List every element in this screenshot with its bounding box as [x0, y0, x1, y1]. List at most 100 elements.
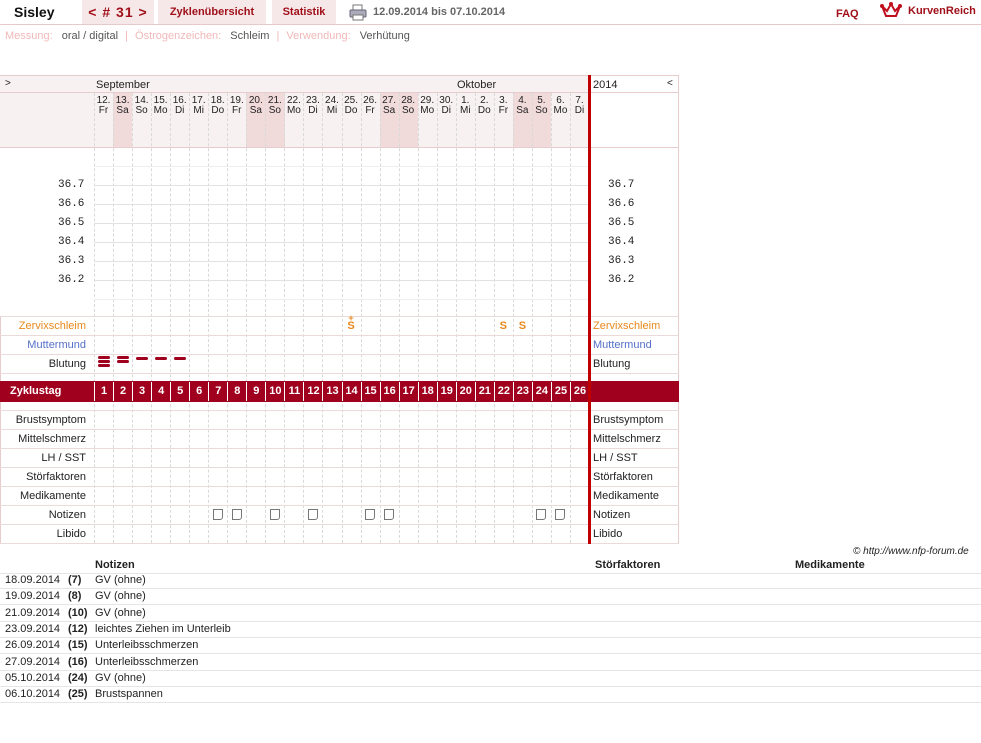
bottom-row-line — [0, 429, 679, 430]
bottom-row-label-right: Notizen — [593, 509, 631, 521]
note-text: Unterleibsschmerzen — [95, 639, 199, 652]
note-cycle-day: (15) — [68, 639, 88, 652]
day-gridline — [227, 93, 229, 543]
day-weekday: Do — [211, 105, 225, 116]
day-weekday: Mo — [153, 105, 168, 116]
note-date: 18.09.2014 — [5, 574, 61, 586]
day-weekday: Di — [574, 105, 585, 116]
day-gridline — [151, 93, 153, 543]
day-weekday: Sa — [249, 105, 262, 116]
note-text: Unterleibsschmerzen — [95, 655, 199, 668]
note-cycle-day: (7) — [68, 574, 82, 586]
temp-gridline — [94, 166, 588, 167]
cycle-day-number: 26 — [570, 382, 589, 401]
notes-row: 27.09.2014 (16) Unterleibsschmerzen — [0, 654, 981, 671]
bottom-row-label-right: Störfaktoren — [593, 471, 653, 483]
note-cycle-day: (24) — [68, 671, 88, 684]
day-weekday: So — [402, 105, 415, 116]
temp-gridline — [94, 204, 588, 205]
day-weekday: Do — [344, 105, 358, 116]
temp-tick-right: 36.4 — [608, 236, 635, 248]
bottom-row-line — [0, 524, 679, 525]
cycle-day-number: 11 — [284, 382, 303, 401]
day-weekday: So — [268, 105, 281, 116]
note-text: GV (ohne) — [95, 574, 146, 586]
day-weekday: So — [135, 105, 148, 116]
nav-next-button[interactable]: < — [667, 78, 673, 89]
cycle-day-number: 21 — [474, 382, 494, 401]
plot-bg — [0, 147, 588, 316]
day-weekday: Sa — [116, 105, 129, 116]
note-icon[interactable] — [536, 509, 547, 520]
day-gridline — [436, 93, 438, 543]
note-icon[interactable] — [307, 509, 318, 520]
note-icon[interactable] — [269, 509, 280, 520]
temp-gridline — [94, 280, 588, 281]
cycle-day-number: 9 — [246, 382, 265, 401]
temp-tick-right: 36.2 — [608, 274, 635, 286]
bottom-row-label-left: Medikamente — [19, 490, 86, 502]
note-date: 19.09.2014 — [5, 590, 61, 603]
cycle-day-number: 22 — [493, 382, 513, 401]
day-weekday: Di — [174, 105, 185, 116]
note-cycle-day: (25) — [68, 688, 88, 701]
day-gridline — [417, 93, 419, 543]
day-weekday: Di — [308, 105, 318, 116]
cycle-day-label: Zyklustag — [10, 385, 62, 397]
mucus-row-label-left: Zervixschleim — [18, 320, 86, 332]
note-icon[interactable] — [365, 509, 376, 520]
mucus-mark: S — [347, 320, 355, 332]
cycle-day-number: 3 — [132, 382, 151, 401]
note-icon[interactable] — [555, 509, 566, 520]
day-weekday: Do — [477, 105, 491, 116]
mucus-mark: S — [499, 320, 508, 332]
bleeding-mark — [154, 357, 167, 360]
cycle-day-number: 14 — [341, 382, 361, 401]
cycle-day-number: 10 — [265, 382, 284, 401]
cycle-day-number: 16 — [379, 382, 399, 401]
notes-row: 19.09.2014 (8) GV (ohne) — [0, 588, 981, 606]
month-oktober: Oktober — [457, 79, 497, 91]
day-gridline — [170, 93, 172, 543]
bottom-row-label-right: Mittelschmerz — [593, 433, 661, 445]
day-gridline — [246, 93, 248, 543]
note-icon[interactable] — [212, 509, 223, 520]
note-icon[interactable] — [231, 509, 242, 520]
day-gridline — [474, 93, 476, 543]
header-bottom-line — [0, 147, 679, 148]
notes-row: 18.09.2014 (7) GV (ohne) — [0, 572, 981, 589]
bottom-row-label-right: Medikamente — [593, 490, 660, 502]
year-label: 2014 — [593, 79, 618, 91]
cervix-row-line — [0, 335, 679, 336]
bottom-row-line — [0, 543, 679, 544]
day-weekday: Sa — [382, 105, 396, 116]
day-gridline — [322, 93, 324, 543]
notes-row: 21.09.2014 (10) GV (ohne) — [0, 605, 981, 622]
day-gridline — [398, 93, 400, 543]
note-cycle-day: (16) — [68, 655, 88, 668]
bleeding-row-label-right: Blutung — [593, 358, 631, 370]
temp-tick-left: 36.5 — [58, 217, 85, 229]
note-icon[interactable] — [384, 509, 395, 520]
bottom-row-label-left: Libido — [56, 528, 86, 540]
nav-prev-button[interactable]: > — [5, 78, 11, 89]
month-september: September — [96, 79, 150, 91]
note-date: 23.09.2014 — [5, 622, 61, 635]
bottom-rows-top-line — [0, 410, 679, 411]
mucus-row-label-right: Zervixschleim — [593, 320, 661, 332]
cycle-day-number: 2 — [113, 382, 132, 401]
cycle-day-number: 6 — [189, 382, 208, 401]
bleeding-mark — [135, 357, 148, 360]
day-gridline — [94, 93, 95, 543]
bottom-row-label-left: Mittelschmerz — [18, 433, 86, 445]
note-cycle-day: (8) — [68, 590, 82, 603]
bottom-row-label-right: Libido — [593, 528, 623, 540]
cervix-row-label-left: Muttermund — [27, 339, 86, 351]
day-weekday: Sa — [516, 105, 529, 116]
temp-tick-left: 36.4 — [58, 236, 85, 248]
notes-row: 06.10.2014 (25) Brustspannen — [0, 686, 981, 704]
bleeding-bottom-line — [0, 373, 679, 374]
bottom-row-line — [0, 448, 679, 449]
temp-gridline — [94, 299, 588, 300]
bottom-row-line — [0, 467, 679, 468]
